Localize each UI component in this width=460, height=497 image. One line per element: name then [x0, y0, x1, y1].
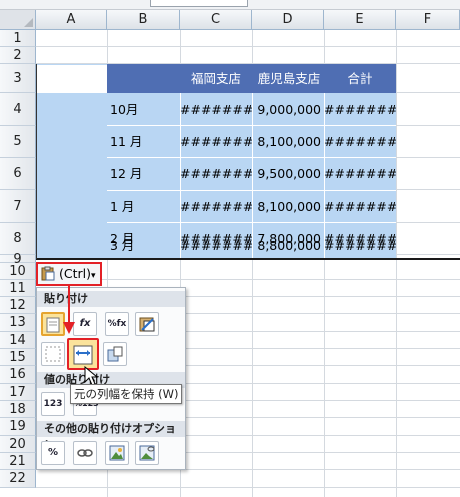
- paste-formulas-number-format-icon[interactable]: %fx: [105, 312, 129, 336]
- row-header-10[interactable]: 10: [0, 263, 36, 280]
- clipboard-icon: [41, 266, 55, 281]
- total-cell[interactable]: ########: [324, 233, 396, 259]
- column-header-e[interactable]: E: [324, 10, 396, 30]
- fukuoka-cell[interactable]: ########: [180, 233, 252, 259]
- row-header-17[interactable]: 17: [0, 384, 36, 401]
- tooltip: 元の列幅を保持 (W): [70, 384, 182, 404]
- column-header-a[interactable]: A: [36, 10, 107, 30]
- transpose-icon[interactable]: [103, 342, 127, 366]
- chevron-down-icon: ▾: [90, 271, 96, 281]
- paste-no-borders-icon[interactable]: [41, 342, 65, 366]
- kagoshima-cell[interactable]: 9,500,000: [252, 158, 324, 190]
- header-kagoshima[interactable]: 鹿児島支店: [250, 64, 328, 93]
- total-cell[interactable]: ########: [324, 93, 396, 126]
- kagoshima-cell[interactable]: 8,100,000: [252, 126, 324, 158]
- fukuoka-cell[interactable]: ########: [180, 126, 252, 158]
- paste-linked-picture-icon[interactable]: [135, 441, 159, 465]
- month-cell[interactable]: 12 月: [110, 158, 180, 190]
- select-all-corner[interactable]: [0, 10, 36, 30]
- column-header-c[interactable]: C: [180, 10, 252, 30]
- paste-formatting-icon[interactable]: %: [41, 441, 65, 465]
- row-header-8[interactable]: 8: [0, 223, 36, 255]
- paste-link-icon[interactable]: [73, 441, 97, 465]
- row-header-4[interactable]: 4: [0, 93, 36, 126]
- column-header-d[interactable]: D: [252, 10, 324, 30]
- row-header-15[interactable]: 15: [0, 349, 36, 366]
- row-header-1[interactable]: 1: [0, 30, 36, 47]
- row-header-21[interactable]: 21: [0, 453, 36, 470]
- paste-options-button[interactable]: (Ctrl)▾: [36, 262, 102, 286]
- row-header-12[interactable]: 12: [0, 297, 36, 314]
- selection-border-left: [36, 64, 37, 259]
- kagoshima-cell[interactable]: 8,800,000: [252, 233, 324, 259]
- month-cell[interactable]: 11 月: [110, 126, 180, 158]
- total-cell[interactable]: ########: [324, 158, 396, 190]
- row-header-18[interactable]: 18: [0, 401, 36, 418]
- month-cell[interactable]: 3 月: [110, 233, 180, 259]
- name-box-edge: [150, 0, 248, 7]
- row-header-9[interactable]: 9: [0, 253, 36, 266]
- row-header-6[interactable]: 6: [0, 158, 36, 190]
- section-other-paste-options: その他の貼り付けオプション: [37, 421, 185, 451]
- row-header-14[interactable]: 14: [0, 332, 36, 349]
- cell-a3[interactable]: [37, 65, 107, 93]
- kagoshima-cell[interactable]: 8,100,000: [252, 190, 324, 223]
- header-fukuoka[interactable]: 福岡支店: [180, 64, 252, 93]
- fukuoka-cell[interactable]: ########: [180, 158, 252, 190]
- row-header-19[interactable]: 19: [0, 418, 36, 436]
- row-header-2[interactable]: 2: [0, 47, 36, 64]
- row-header-16[interactable]: 16: [0, 366, 36, 384]
- month-cell[interactable]: 1 月: [110, 190, 180, 223]
- fukuoka-cell[interactable]: ########: [180, 190, 252, 223]
- red-arrow-annotation: [63, 286, 75, 334]
- paste-options-label: (Ctrl): [58, 266, 91, 281]
- column-header-f[interactable]: F: [396, 10, 460, 30]
- column-header-b[interactable]: B: [107, 10, 180, 30]
- paste-picture-icon[interactable]: [105, 441, 129, 465]
- row-header-20[interactable]: 20: [0, 436, 36, 453]
- row-header-22[interactable]: 22: [0, 470, 36, 488]
- total-cell[interactable]: ########: [324, 190, 396, 223]
- row-header-3[interactable]: 3: [0, 64, 36, 93]
- paste-options-menu: 貼り付け fx %fx 値の貼り付け 123 %123 その他の貼り付けオプショ…: [36, 287, 186, 470]
- row-header-11[interactable]: 11: [0, 280, 36, 297]
- fukuoka-cell[interactable]: ########: [180, 93, 252, 126]
- row-header-5[interactable]: 5: [0, 126, 36, 158]
- mouse-cursor-icon: [84, 366, 98, 386]
- row-header-13[interactable]: 13: [0, 314, 36, 332]
- paste-keep-formatting-icon[interactable]: [135, 312, 159, 336]
- month-cell[interactable]: 10月: [110, 93, 180, 126]
- total-cell[interactable]: ########: [324, 126, 396, 158]
- row-header-7[interactable]: 7: [0, 190, 36, 223]
- selection-border: [36, 258, 460, 260]
- kagoshima-cell[interactable]: 9,000,000: [252, 93, 324, 126]
- paste-values-icon[interactable]: 123: [41, 392, 65, 416]
- header-total[interactable]: 合計: [324, 64, 396, 93]
